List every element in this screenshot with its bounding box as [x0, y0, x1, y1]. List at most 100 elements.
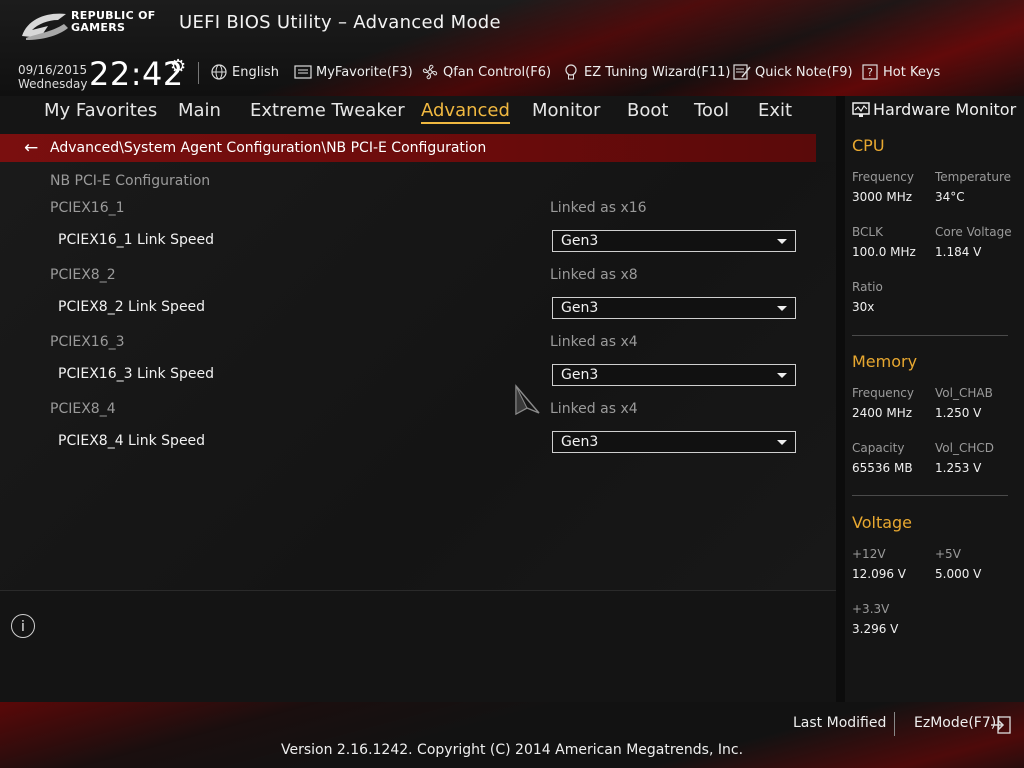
breadcrumb-path: Advanced\System Agent Configuration\NB P…	[50, 140, 487, 156]
globe-icon	[210, 63, 228, 81]
link-speed-select[interactable]: Gen3	[552, 431, 796, 453]
svg-text:?: ?	[867, 66, 873, 79]
select-value: Gen3	[561, 300, 599, 316]
vol-chab-value: 1.250 V	[935, 406, 982, 420]
bulb-icon	[562, 63, 580, 81]
menu-main[interactable]: Main	[178, 100, 221, 121]
v33-label: +3.3V	[852, 602, 890, 616]
cpu-frequency-value: 3000 MHz	[852, 190, 913, 204]
language-label: English	[232, 64, 279, 80]
core-voltage-label: Core Voltage	[935, 225, 1012, 239]
last-modified-button[interactable]: Last Modified	[793, 715, 886, 731]
slot-name: PCIEX8_4	[50, 401, 116, 417]
select-value: Gen3	[561, 367, 599, 383]
voltage-heading: Voltage	[852, 513, 913, 532]
menu-exit[interactable]: Exit	[758, 100, 792, 121]
section-title: NB PCI-E Configuration	[50, 173, 211, 189]
footer-bar	[0, 702, 1024, 768]
myfavorite-button[interactable]: MyFavorite(F3)	[294, 62, 413, 82]
memory-frequency-value: 2400 MHz	[852, 406, 913, 420]
divider	[852, 495, 1008, 496]
date-text: 09/16/2015	[18, 63, 88, 77]
menu-tool[interactable]: Tool	[694, 100, 729, 121]
slot-status: Linked as x8	[550, 267, 638, 283]
select-value: Gen3	[561, 233, 599, 249]
favorite-list-icon	[294, 63, 312, 81]
qfan-label: Qfan Control(F6)	[443, 64, 552, 80]
exit-to-ezmode-icon[interactable]	[990, 716, 1012, 734]
panel-divider	[836, 96, 845, 702]
capacity-value: 65536 MB	[852, 461, 913, 475]
menu-boot[interactable]: Boot	[627, 100, 668, 121]
mouse-cursor-icon	[515, 384, 540, 416]
chevron-down-icon	[777, 306, 787, 311]
date-display: 09/16/2015 Wednesday	[18, 63, 87, 91]
quick-note-label: Quick Note(F9)	[755, 64, 853, 80]
brand-text: REPUBLIC OF GAMERS	[71, 10, 156, 34]
link-speed-select[interactable]: Gen3	[552, 364, 796, 386]
language-button[interactable]: English	[210, 62, 279, 82]
divider	[852, 335, 1008, 336]
hot-keys-button[interactable]: ? Hot Keys	[861, 62, 940, 82]
v5-label: +5V	[935, 547, 961, 561]
link-speed-select[interactable]: Gen3	[552, 297, 796, 319]
link-speed-select[interactable]: Gen3	[552, 230, 796, 252]
link-speed-label: PCIEX8_2 Link Speed	[58, 299, 206, 315]
myfavorite-label: MyFavorite(F3)	[316, 64, 413, 80]
slot-status: Linked as x4	[550, 401, 638, 417]
breadcrumb: ← Advanced\System Agent Configuration\NB…	[0, 134, 816, 162]
gear-icon[interactable]: ⚙	[170, 56, 186, 77]
vol-chcd-label: Vol_CHCD	[935, 441, 994, 455]
back-arrow-icon[interactable]: ←	[24, 138, 38, 158]
quick-note-button[interactable]: Quick Note(F9)	[733, 62, 853, 82]
v12-label: +12V	[852, 547, 886, 561]
fan-icon	[421, 63, 439, 81]
memory-heading: Memory	[852, 352, 918, 371]
help-panel	[0, 590, 836, 703]
vol-chcd-value: 1.253 V	[935, 461, 982, 475]
memory-frequency-label: Frequency	[852, 386, 914, 400]
cpu-temperature-value: 34°C	[935, 190, 965, 204]
cpu-frequency-label: Frequency	[852, 170, 914, 184]
v33-value: 3.296 V	[852, 622, 899, 636]
hot-keys-label: Hot Keys	[883, 64, 941, 80]
ezmode-button[interactable]: EzMode(F7)|	[914, 715, 1001, 731]
qfan-button[interactable]: Qfan Control(F6)	[421, 62, 551, 82]
capacity-label: Capacity	[852, 441, 905, 455]
link-speed-label: PCIEX8_4 Link Speed	[58, 433, 206, 449]
slot-name: PCIEX16_1	[50, 200, 125, 216]
slot-name: PCIEX8_2	[50, 267, 116, 283]
brand-line2: GAMERS	[71, 21, 126, 34]
version-text: Version 2.16.1242. Copyright (C) 2014 Am…	[280, 742, 744, 758]
cpu-temperature-label: Temperature	[935, 170, 1012, 184]
chevron-down-icon	[777, 239, 787, 244]
menu-extreme-tweaker[interactable]: Extreme Tweaker	[250, 100, 405, 121]
core-voltage-value: 1.184 V	[935, 245, 982, 259]
ratio-label: Ratio	[852, 280, 883, 294]
weekday-text: Wednesday	[18, 77, 88, 91]
menu-monitor[interactable]: Monitor	[532, 100, 600, 121]
bclk-label: BCLK	[852, 225, 883, 239]
menu-my-favorites[interactable]: My Favorites	[44, 100, 157, 121]
monitor-icon	[852, 102, 870, 117]
question-icon: ?	[861, 63, 879, 81]
bclk-value: 100.0 MHz	[852, 245, 916, 259]
link-speed-label: PCIEX16_1 Link Speed	[58, 232, 214, 248]
ez-tuning-label: EZ Tuning Wizard(F11)	[584, 64, 731, 80]
chevron-down-icon	[777, 373, 787, 378]
v5-value: 5.000 V	[935, 567, 982, 581]
app-title: UEFI BIOS Utility – Advanced Mode	[179, 12, 501, 33]
slot-name: PCIEX16_3	[50, 334, 125, 350]
select-value: Gen3	[561, 434, 599, 450]
link-speed-label: PCIEX16_3 Link Speed	[58, 366, 214, 382]
footer-divider	[894, 712, 895, 736]
hardware-monitor-title: Hardware Monitor	[873, 100, 1017, 119]
info-icon: i	[11, 614, 35, 638]
ez-tuning-button[interactable]: EZ Tuning Wizard(F11)	[562, 62, 730, 82]
slot-status: Linked as x4	[550, 334, 638, 350]
slot-status: Linked as x16	[550, 200, 647, 216]
v12-value: 12.096 V	[852, 567, 907, 581]
vol-chab-label: Vol_CHAB	[935, 386, 993, 400]
menu-advanced[interactable]: Advanced	[421, 100, 510, 124]
ratio-value: 30x	[852, 300, 875, 314]
